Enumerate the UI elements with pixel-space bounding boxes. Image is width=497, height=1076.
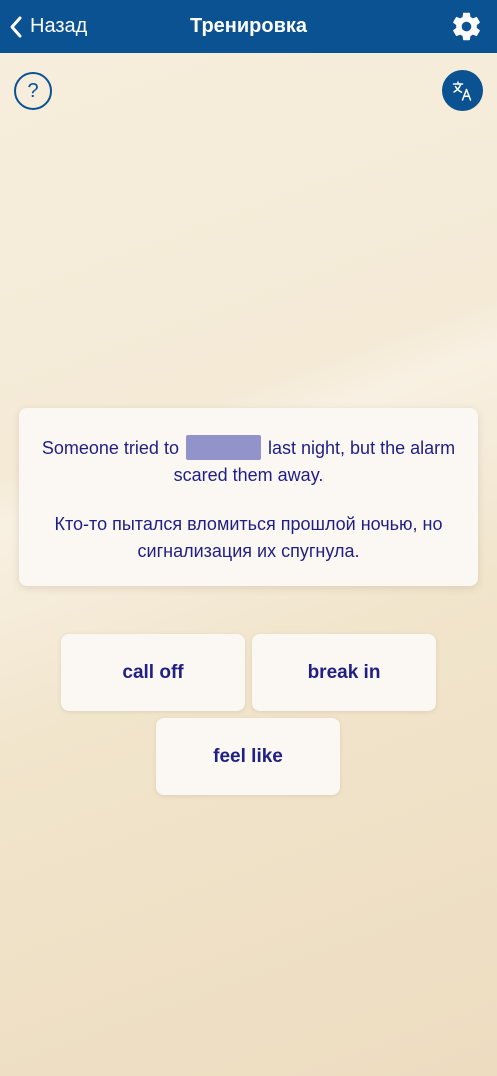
help-button[interactable]: ? bbox=[14, 72, 52, 110]
back-label: Назад bbox=[30, 15, 88, 37]
top-bar: Назад Тренировка bbox=[0, 0, 497, 53]
answer-blank bbox=[185, 435, 261, 460]
exercise-sentence: Someone tried to last night, but the ala… bbox=[39, 435, 458, 489]
exercise-card: Someone tried to last night, but the ala… bbox=[19, 408, 478, 586]
chevron-left-icon bbox=[10, 16, 22, 37]
option-button-feel-like[interactable]: feel like bbox=[156, 718, 340, 795]
help-label: ? bbox=[27, 79, 39, 102]
translate-icon bbox=[452, 80, 471, 101]
option-button-call-off[interactable]: call off bbox=[61, 634, 245, 711]
gear-icon[interactable] bbox=[450, 10, 483, 43]
option-label: feel like bbox=[213, 745, 283, 767]
translate-button[interactable] bbox=[442, 70, 483, 111]
option-button-break-in[interactable]: break in bbox=[252, 634, 436, 711]
sentence-before: Someone tried to bbox=[41, 438, 179, 458]
option-label: call off bbox=[122, 661, 184, 683]
sentence-translation: Кто-то пытался вломиться прошлой ночью, … bbox=[54, 514, 443, 561]
option-label: break in bbox=[307, 661, 381, 683]
back-button[interactable]: Назад bbox=[8, 0, 87, 53]
